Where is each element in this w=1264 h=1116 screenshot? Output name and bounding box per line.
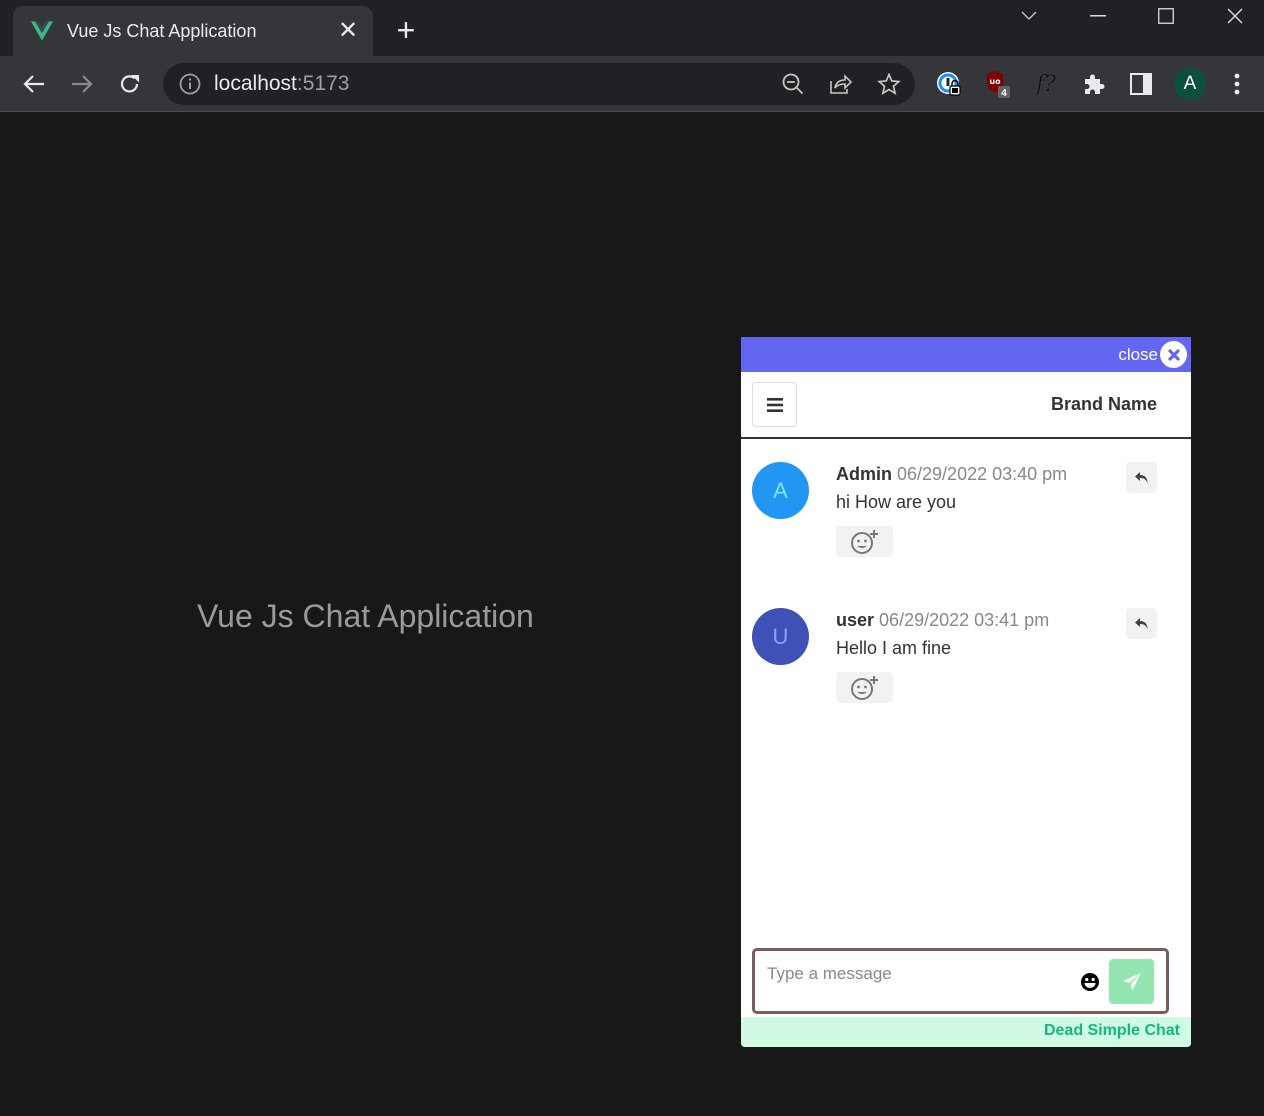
reply-icon [1134,471,1147,483]
close-icon [1227,8,1243,24]
message-text: hi How are you [836,492,957,512]
tab-close-button[interactable]: ✕ [335,19,361,43]
message-meta: user 06/29/2022 03:41 pm [836,610,1049,631]
chat-menu-button[interactable] [752,382,797,427]
message-input[interactable] [767,961,1067,987]
reply-button[interactable] [1126,608,1157,639]
brand-name: Brand Name [1050,394,1157,414]
avatar-letter: U [772,623,789,649]
bookmark-button[interactable] [876,72,902,96]
reply-button[interactable] [1126,462,1157,493]
chevron-down-icon [1021,11,1037,20]
back-button[interactable] [18,68,50,100]
zoom-button[interactable] [780,72,806,96]
star-icon [877,73,901,95]
window-close-button[interactable] [1215,4,1255,28]
zoom-out-icon [782,73,804,95]
sender-name: user [836,610,875,630]
message-timestamp: 06/29/2022 03:41 pm [879,610,1050,630]
sender-name: Admin [836,464,892,484]
reply-icon [1134,617,1147,629]
avatar: A [752,462,809,519]
message-meta: Admin 06/29/2022 03:40 pm [836,464,1067,485]
address-bar[interactable]: localhost:5173 [163,63,915,105]
side-panel-button[interactable] [1127,68,1155,100]
new-tab-button[interactable]: + [392,14,420,46]
close-chat-button[interactable] [1160,341,1187,368]
profile-button[interactable]: A [1174,68,1206,100]
vue-logo-icon [31,21,53,41]
message-composer [752,948,1169,1014]
url-host: localhost [214,72,297,95]
arrow-right-icon [72,75,93,93]
browser-menu-button[interactable] [1223,68,1251,100]
maximize-button[interactable] [1146,4,1186,28]
add-reaction-button[interactable] [836,672,893,703]
page-heading: Vue Js Chat Application [197,598,534,634]
site-info-icon[interactable] [179,73,201,95]
message-text: Hello I am fine [836,638,952,658]
close-icon [1167,348,1180,361]
extension-font-finder[interactable]: f? [1032,68,1060,100]
close-chat-label[interactable]: close [1118,345,1158,365]
emoji-icon [1081,973,1099,991]
powered-by-link[interactable]: Dead Simple Chat [1044,1022,1180,1039]
maximize-icon [1158,8,1174,24]
extension-ublock[interactable]: uo 4 [983,68,1011,100]
forward-button[interactable] [66,68,98,100]
minimize-button[interactable] [1078,4,1118,28]
1password-icon [937,72,961,96]
extensions-puzzle-icon [1085,74,1105,94]
tab-search-button[interactable] [1009,4,1049,28]
url-text[interactable]: localhost:5173 [214,72,349,96]
profile-initial: A [1183,73,1197,94]
ublock-origin-icon: uo4 [987,71,1010,98]
svg-text:uo: uo [989,77,1001,86]
hamburger-menu-icon [766,397,783,412]
reload-icon [120,75,139,93]
side-panel-icon [1130,73,1152,95]
emoji-picker-button[interactable] [1080,972,1100,992]
minimize-icon [1090,15,1106,17]
message-timestamp: 06/29/2022 03:40 pm [897,464,1068,484]
arrow-left-icon [23,75,44,93]
profile-avatar: A [1174,68,1206,100]
send-button[interactable] [1109,959,1154,1004]
send-paper-plane-icon [1122,972,1141,991]
add-reaction-button[interactable] [836,526,893,557]
extensions-button[interactable] [1079,68,1107,100]
chat-window: Brand Name A Admin 06/29/2022 03:40 pm h… [741,372,1191,1047]
avatar: U [752,608,809,665]
chat-topbar: close [741,337,1191,372]
font-finder-icon: f? [1036,71,1056,97]
share-icon [830,74,853,94]
ublock-badge: 4 [1001,88,1007,98]
more-vert-icon [1234,73,1240,95]
browser-titlebar: Vue Js Chat Application ✕ + [0,0,1264,56]
url-port: :5173 [296,72,350,95]
share-button[interactable] [828,72,854,96]
avatar-letter: A [773,477,788,503]
add-reaction-icon [850,529,878,554]
chat-footer: Dead Simple Chat [741,1017,1191,1047]
add-reaction-icon [850,675,878,700]
chat-header: Brand Name [741,372,1191,439]
reload-button[interactable] [114,68,146,100]
tab-title: Vue Js Chat Application [67,20,257,41]
extension-1password[interactable] [935,68,963,100]
browser-tab-active[interactable]: Vue Js Chat Application ✕ [13,6,373,56]
